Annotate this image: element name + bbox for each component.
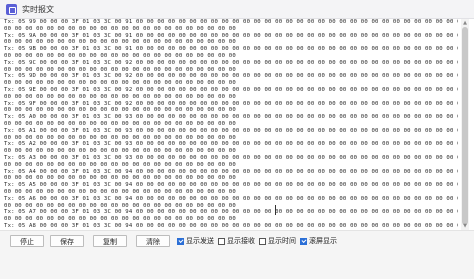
log-line: 00 00 00 00 00 00 00 00 00 00 00 00 00 0… bbox=[4, 216, 236, 223]
log-line: Tx: 05 9C 00 00 00 3F 01 03 3C 00 92 00 … bbox=[4, 59, 458, 66]
log-line: 00 00 00 00 00 00 00 00 00 00 00 00 00 0… bbox=[4, 175, 236, 182]
scroll-thumb[interactable] bbox=[462, 27, 468, 225]
text-cursor bbox=[275, 205, 279, 215]
scroll-display-check-icon[interactable] bbox=[300, 237, 307, 245]
show-recv-check-icon[interactable] bbox=[218, 237, 225, 245]
title-bar: 实时报文 bbox=[0, 0, 474, 19]
app-icon bbox=[6, 3, 17, 15]
bottom-toolbar: 停止 保存 复制 清除 显示发送 显示接收 显示时间 滚屏显示 bbox=[0, 230, 474, 279]
log-line: 00 00 00 00 00 00 00 00 00 00 00 00 00 0… bbox=[4, 134, 236, 141]
log-line: Tx: 05 A8 00 00 00 3F 01 03 3C 00 94 00 … bbox=[4, 222, 458, 229]
show-send-check-icon[interactable] bbox=[177, 237, 184, 245]
log-line: Tx: 05 A0 00 00 00 3F 01 03 3C 00 93 00 … bbox=[4, 114, 458, 121]
log-line: Tx: 05 A2 00 00 00 3F 01 03 3C 00 93 00 … bbox=[4, 141, 458, 148]
log-line: 00 00 00 00 00 00 00 00 00 00 00 00 00 0… bbox=[4, 80, 236, 87]
log-line: 00 00 00 00 00 00 00 00 00 00 00 00 00 0… bbox=[4, 202, 236, 209]
log-line: Tx: 05 99 00 00 00 3F 01 03 3C 00 91 00 … bbox=[4, 19, 458, 25]
log-line: 00 00 00 00 00 00 00 00 00 00 00 00 00 0… bbox=[4, 107, 236, 114]
log-line: 00 00 00 00 00 00 00 00 00 00 00 00 00 0… bbox=[4, 148, 236, 155]
log-line: 00 00 00 00 00 00 00 00 00 00 00 00 00 0… bbox=[4, 66, 236, 73]
log-line: Tx: 05 A1 00 00 00 3F 01 03 3C 00 93 00 … bbox=[4, 127, 458, 134]
show-recv-checkbox[interactable]: 显示接收 bbox=[218, 236, 255, 246]
scroll-display-checkbox[interactable]: 滚屏显示 bbox=[300, 236, 337, 246]
scroll-down-icon[interactable]: ▼ bbox=[462, 223, 468, 229]
show-time-checkbox[interactable]: 显示时间 bbox=[259, 236, 296, 246]
clear-button[interactable]: 清除 bbox=[136, 235, 170, 247]
show-time-label: 显示时间 bbox=[268, 237, 296, 245]
log-line: Tx: 05 A5 00 00 00 3F 01 03 3C 00 94 00 … bbox=[4, 182, 458, 189]
scroll-up-icon[interactable]: ▲ bbox=[462, 20, 468, 26]
log-line: Tx: 05 9A 00 00 00 3F 01 03 3C 00 91 00 … bbox=[4, 32, 458, 39]
log-line: 00 00 00 00 00 00 00 00 00 00 00 00 00 0… bbox=[4, 39, 236, 46]
stop-button[interactable]: 停止 bbox=[10, 235, 44, 247]
show-recv-label: 显示接收 bbox=[227, 237, 255, 245]
log-line: Tx: 05 A4 00 00 00 3F 01 03 3C 00 94 00 … bbox=[4, 168, 458, 175]
log-line: 00 00 00 00 00 00 00 00 00 00 00 00 00 0… bbox=[4, 161, 236, 168]
show-send-label: 显示发送 bbox=[186, 237, 214, 245]
log-line: Tx: 05 A7 00 00 00 3F 01 03 3C 00 94 00 … bbox=[4, 209, 458, 216]
message-log[interactable]: Tx: 05 99 00 00 00 3F 01 03 3C 00 91 00 … bbox=[4, 19, 458, 229]
log-line: Tx: 05 9D 00 00 00 3F 01 03 3C 00 92 00 … bbox=[4, 73, 458, 80]
show-time-check-icon[interactable] bbox=[259, 237, 266, 245]
log-line: 00 00 00 00 00 00 00 00 00 00 00 00 00 0… bbox=[4, 120, 236, 127]
log-line: Tx: 05 9E 00 00 00 3F 01 03 3C 00 92 00 … bbox=[4, 86, 458, 93]
vertical-scrollbar[interactable]: ▲ ▼ bbox=[461, 19, 469, 230]
copy-button[interactable]: 复制 bbox=[93, 235, 127, 247]
show-send-checkbox[interactable]: 显示发送 bbox=[177, 236, 214, 246]
log-line: 00 00 00 00 00 00 00 00 00 00 00 00 00 0… bbox=[4, 52, 236, 59]
scroll-display-label: 滚屏显示 bbox=[309, 237, 337, 245]
log-line: 00 00 00 00 00 00 00 00 00 00 00 00 00 0… bbox=[4, 93, 236, 100]
save-button[interactable]: 保存 bbox=[50, 235, 84, 247]
log-line: 00 00 00 00 00 00 00 00 00 00 00 00 00 0… bbox=[4, 188, 236, 195]
log-line: Tx: 05 9B 00 00 00 3F 01 03 3C 00 91 00 … bbox=[4, 46, 458, 53]
log-line: Tx: 05 A3 00 00 00 3F 01 03 3C 00 93 00 … bbox=[4, 154, 458, 161]
log-line: Tx: 05 9F 00 00 00 3F 01 03 3C 00 92 00 … bbox=[4, 100, 458, 107]
log-line: Tx: 05 A6 00 00 00 3F 01 03 3C 00 94 00 … bbox=[4, 195, 458, 202]
window-title: 实时报文 bbox=[22, 4, 54, 14]
log-line: 00 00 00 00 00 00 00 00 00 00 00 00 00 0… bbox=[4, 25, 236, 32]
